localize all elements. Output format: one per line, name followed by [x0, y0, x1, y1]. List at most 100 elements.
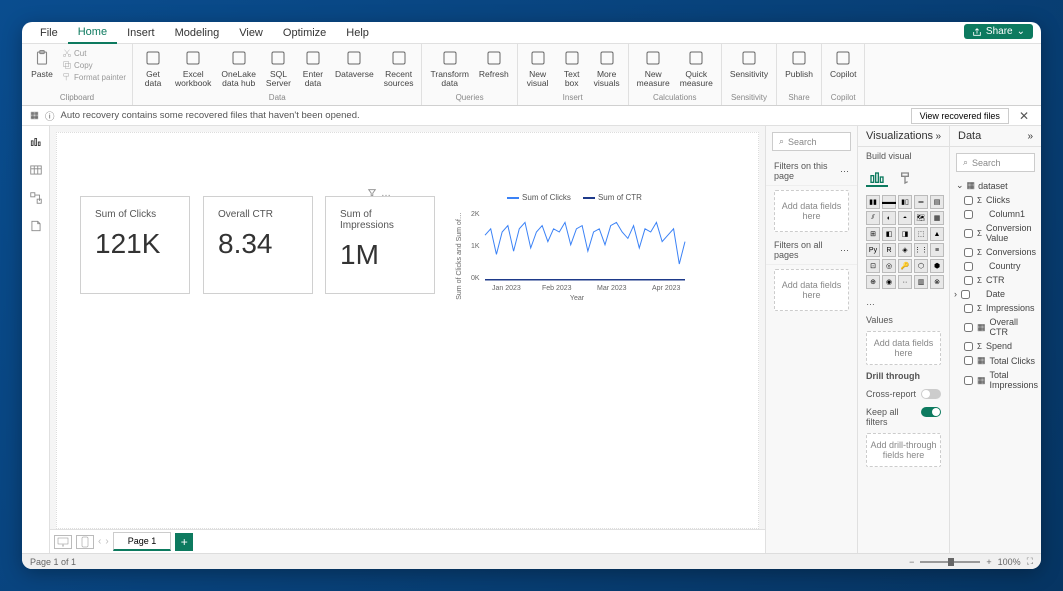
dax-view-icon[interactable]: [28, 218, 44, 234]
viz-type-23[interactable]: ⬡: [914, 259, 928, 273]
format-painter-button[interactable]: Format painter: [62, 72, 126, 82]
viz-type-7[interactable]: ◓: [898, 211, 912, 225]
field-checkbox[interactable]: [964, 262, 973, 271]
ribbon-data-2[interactable]: OneLakedata hub: [217, 46, 260, 91]
ribbon-insert-1[interactable]: Textbox: [556, 46, 588, 91]
field-checkbox[interactable]: [964, 304, 973, 313]
filters-search[interactable]: ⌕Search: [772, 132, 851, 151]
ribbon-sensitivity-0[interactable]: Sensitivity: [726, 46, 772, 81]
ribbon-insert-2[interactable]: Morevisuals: [590, 46, 624, 91]
dataset-node[interactable]: ⌄▦dataset: [950, 178, 1041, 193]
viz-type-1[interactable]: ▬▬: [882, 195, 896, 209]
zoom-slider[interactable]: [920, 561, 980, 563]
viz-type-13[interactable]: ⬚: [914, 227, 928, 241]
field-total-clicks[interactable]: ▦Total Clicks: [950, 353, 1041, 368]
field-clicks[interactable]: ΣClicks: [950, 193, 1041, 207]
viz-type-6[interactable]: ◐: [882, 211, 896, 225]
viz-type-20[interactable]: ⊡: [866, 259, 880, 273]
field-checkbox[interactable]: [964, 248, 973, 257]
viz-build-tab[interactable]: [866, 169, 888, 187]
cross-report-toggle[interactable]: [921, 389, 941, 399]
desktop-view-icon[interactable]: [54, 535, 72, 549]
field-overall-ctr[interactable]: ▦Overall CTR: [950, 315, 1041, 339]
field-impressions[interactable]: ΣImpressions: [950, 301, 1041, 315]
field-checkbox[interactable]: [964, 210, 973, 219]
field-conversions[interactable]: ΣConversions: [950, 245, 1041, 259]
viz-type-17[interactable]: ◈: [898, 243, 912, 257]
viz-type-29[interactable]: ⊗: [930, 275, 944, 289]
card-2[interactable]: Sum of Impressions1M: [325, 196, 435, 294]
viz-more[interactable]: …: [858, 293, 949, 311]
viz-type-22[interactable]: 🔑: [898, 259, 912, 273]
viz-format-tab[interactable]: [896, 169, 918, 187]
viz-drill-drop[interactable]: Add drill-through fields here: [866, 433, 941, 467]
field-checkbox[interactable]: [961, 290, 970, 299]
tab-nav-prev[interactable]: ‹: [98, 536, 101, 547]
field-checkbox[interactable]: [964, 376, 973, 385]
viz-type-5[interactable]: ⫽: [866, 211, 880, 225]
paste-button[interactable]: Paste: [26, 46, 58, 81]
filters-all-drop[interactable]: Add data fields here: [774, 269, 849, 311]
field-date[interactable]: ›Date: [950, 287, 1041, 301]
ribbon-share-0[interactable]: Publish: [781, 46, 817, 81]
ribbon-data-1[interactable]: Excelworkbook: [171, 46, 215, 91]
keep-filters-toggle[interactable]: [921, 407, 941, 417]
chevron-icon[interactable]: »: [1027, 131, 1033, 142]
ribbon-data-5[interactable]: Dataverse: [331, 46, 378, 81]
data-search[interactable]: ⌕Search: [956, 153, 1035, 172]
field-checkbox[interactable]: [964, 342, 973, 351]
share-button[interactable]: Share ⌄: [964, 24, 1033, 39]
card-1[interactable]: Overall CTR8.34: [203, 196, 313, 294]
line-chart[interactable]: Sum of Clicks Sum of CTR Sum of Clicks a…: [457, 193, 692, 303]
fit-icon[interactable]: ⛶: [1027, 556, 1033, 567]
tab-nav-next[interactable]: ›: [105, 536, 108, 547]
menu-file[interactable]: File: [30, 23, 68, 43]
report-canvas[interactable]: … Sum of Clicks Sum of CTR Sum of Clicks…: [56, 132, 759, 529]
menu-modeling[interactable]: Modeling: [165, 23, 230, 43]
viz-type-24[interactable]: ⬢: [930, 259, 944, 273]
model-view-icon[interactable]: [28, 190, 44, 206]
ribbon-insert-0[interactable]: Newvisual: [522, 46, 554, 91]
field-checkbox[interactable]: [964, 196, 973, 205]
viz-type-16[interactable]: R: [882, 243, 896, 257]
more-icon[interactable]: ⋯: [840, 245, 849, 256]
ribbon-data-4[interactable]: Enterdata: [297, 46, 329, 91]
viz-type-10[interactable]: ⊞: [866, 227, 880, 241]
view-recovered-button[interactable]: View recovered files: [911, 108, 1009, 124]
viz-type-9[interactable]: ▦: [930, 211, 944, 225]
field-spend[interactable]: ΣSpend: [950, 339, 1041, 353]
card-0[interactable]: Sum of Clicks121K: [80, 196, 190, 294]
viz-values-drop[interactable]: Add data fields here: [866, 331, 941, 365]
field-checkbox[interactable]: [964, 276, 973, 285]
field-country[interactable]: Country: [950, 259, 1041, 273]
viz-type-26[interactable]: ◉: [882, 275, 896, 289]
field-column1[interactable]: Column1: [950, 207, 1041, 221]
ribbon-queries-0[interactable]: Transformdata: [426, 46, 472, 91]
viz-type-21[interactable]: ◎: [882, 259, 896, 273]
field-conversion-value[interactable]: ΣConversion Value: [950, 221, 1041, 245]
viz-type-28[interactable]: ▥: [914, 275, 928, 289]
viz-type-3[interactable]: ═: [914, 195, 928, 209]
more-icon[interactable]: ⋯: [840, 166, 849, 177]
field-ctr[interactable]: ΣCTR: [950, 273, 1041, 287]
viz-type-12[interactable]: ◨: [898, 227, 912, 241]
copy-button[interactable]: Copy: [62, 60, 126, 70]
viz-type-11[interactable]: ◧: [882, 227, 896, 241]
report-view-icon[interactable]: [28, 134, 44, 150]
filters-page-drop[interactable]: Add data fields here: [774, 190, 849, 232]
field-checkbox[interactable]: [964, 229, 973, 238]
viz-type-25[interactable]: ⊕: [866, 275, 880, 289]
table-view-icon[interactable]: [28, 162, 44, 178]
chevron-icon[interactable]: »: [935, 131, 941, 142]
ribbon-calculations-1[interactable]: Quickmeasure: [676, 46, 717, 91]
menu-help[interactable]: Help: [336, 23, 379, 43]
menu-optimize[interactable]: Optimize: [273, 23, 336, 43]
ribbon-data-3[interactable]: SQLServer: [262, 46, 295, 91]
viz-type-14[interactable]: ▲: [930, 227, 944, 241]
menu-insert[interactable]: Insert: [117, 23, 165, 43]
viz-type-19[interactable]: ≡: [930, 243, 944, 257]
viz-type-27[interactable]: ··: [898, 275, 912, 289]
ribbon-data-6[interactable]: Recentsources: [380, 46, 418, 91]
viz-type-15[interactable]: Py: [866, 243, 880, 257]
ribbon-copilot-0[interactable]: Copilot: [826, 46, 860, 81]
